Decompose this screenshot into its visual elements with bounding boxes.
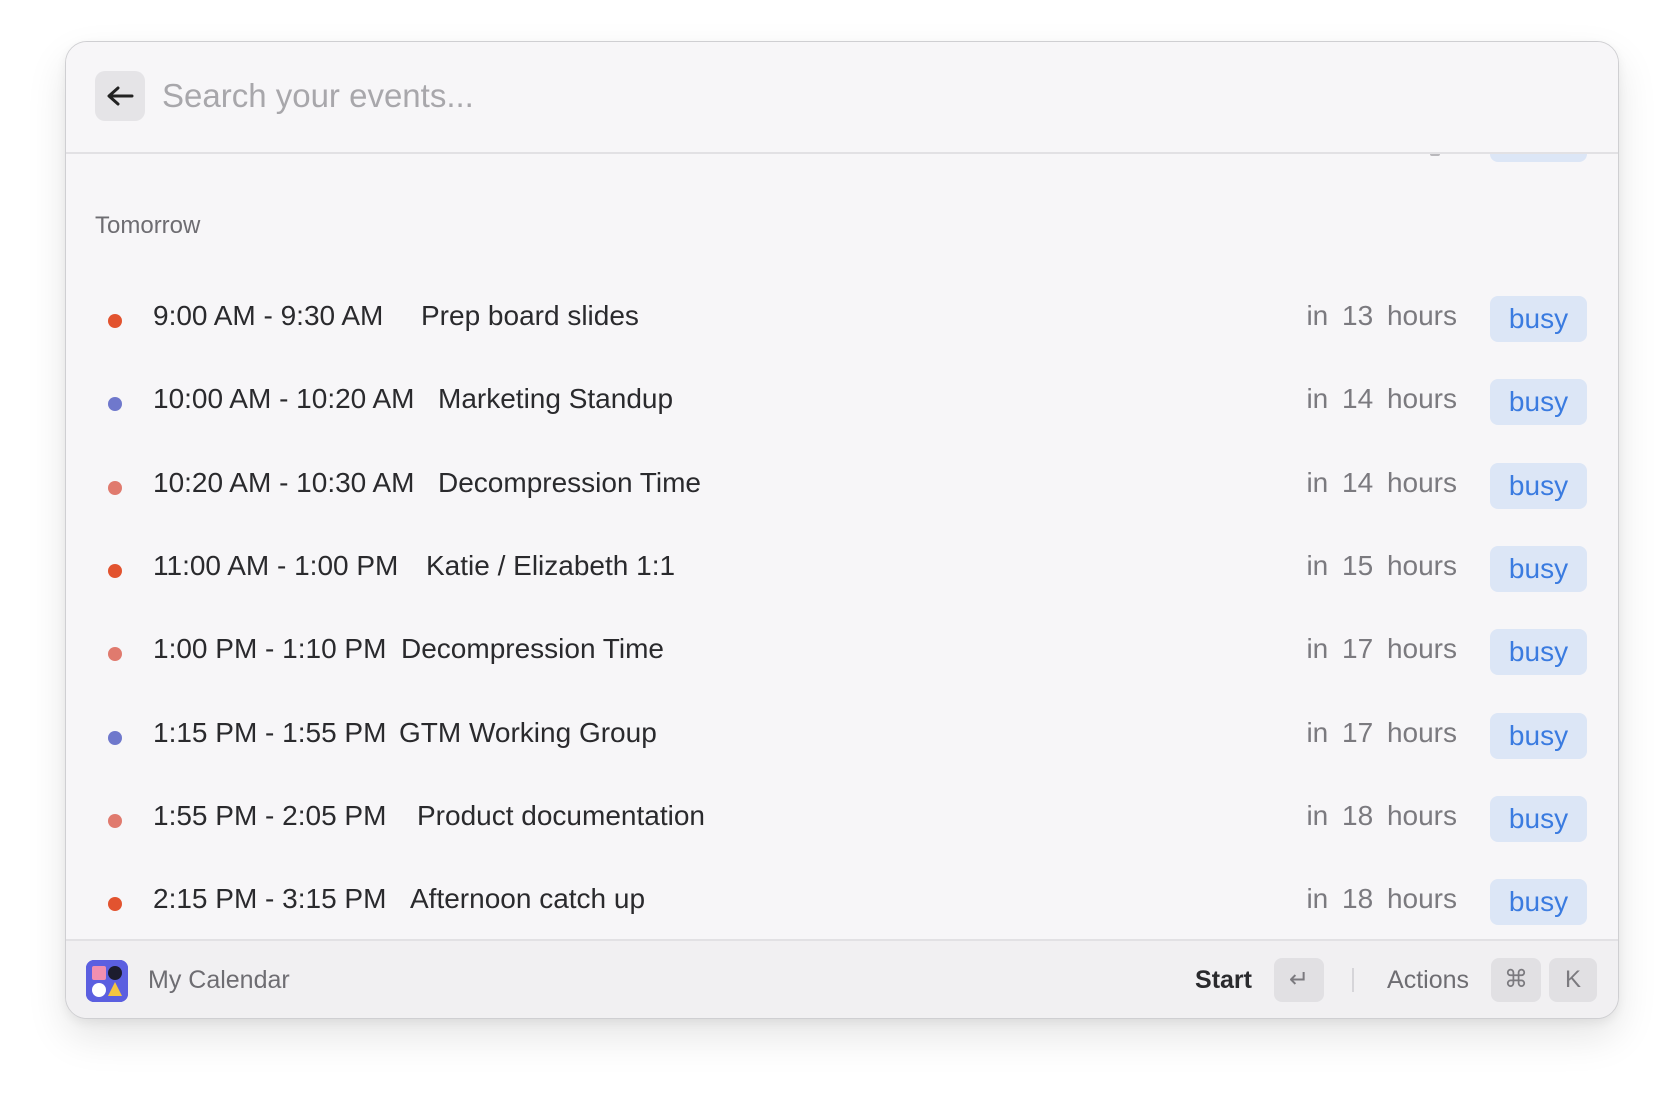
event-time: 9:00 AM - 9:30 AM [153,300,384,331]
event-row[interactable]: 1:55 PM - 2:05 PM Product documentation in… [66,780,1618,863]
event-row[interactable]: 1:15 PM - 1:55 PM GTM Working Group in 17 … [66,697,1618,780]
calendar-color-dot [108,397,122,412]
event-time: 1:15 PM - 1:55 PM [153,716,387,748]
status-badge: busy [1490,712,1587,759]
event-relative-time: in 15 hours [1306,549,1457,581]
status-badge: busy [1490,462,1587,509]
calendar-color-dot [108,563,122,578]
start-action-label[interactable]: Start [1195,966,1252,995]
event-relative-time: in 14 hours [1306,466,1457,498]
peek-status-badge [1490,154,1587,162]
previous-row-peek [66,154,1618,166]
event-time: 1:55 PM - 2:05 PM [153,799,387,831]
event-time: 11:00 AM - 1:00 PM [153,549,399,581]
calendar-color-dot [108,897,122,912]
k-key-hint: K [1549,958,1597,1002]
event-row[interactable]: 11:00 AM - 1:00 PM Katie / Elizabeth 1:1 i… [66,530,1618,613]
event-title: Katie / Elizabeth 1:1 [426,549,676,581]
command-key-hint: ⌘ [1491,958,1541,1002]
event-row[interactable]: 1:00 PM - 1:10 PM Decompression Time in 17… [66,613,1618,696]
event-title: Prep board slides [421,300,639,331]
calendar-color-dot [108,314,122,328]
event-row[interactable]: 2:15 PM - 3:15 PM Afternoon catch up in 18… [66,863,1618,946]
calendar-color-dot [108,813,122,828]
enter-key-hint: ↵ [1274,958,1324,1002]
event-row[interactable]: 9:00 AM - 9:30 AM Prep board slides in 13 … [66,280,1618,363]
calendar-color-dot [108,480,122,495]
back-button[interactable] [95,71,145,121]
divider [1352,968,1354,992]
arrow-left-icon [107,86,134,106]
status-badge: busy [1490,795,1587,842]
status-badge: busy [1490,545,1587,592]
search-bar [66,42,1618,154]
action-bar: My Calendar Start ↵ Actions ⌘ K [66,939,1618,1018]
event-time: 10:20 AM - 10:30 AM [153,466,415,498]
event-title: Afternoon catch up [410,883,646,915]
peek-text-fragment [1430,154,1440,156]
event-title: Decompression Time [401,633,664,665]
event-time: 2:15 PM - 3:15 PM [153,883,387,915]
event-title: Marketing Standup [438,383,674,415]
event-relative-time: in 17 hours [1306,716,1457,748]
event-row[interactable]: 10:00 AM - 10:20 AM Marketing Standup in 1… [66,363,1618,446]
calendar-search-window: Tomorrow 9:00 AM - 9:30 AM Prep board sli… [65,41,1619,1019]
calendar-color-dot [108,647,122,662]
calendar-color-dot [108,730,122,745]
event-row[interactable]: 10:20 AM - 10:30 AM Decompression Time in … [66,447,1618,530]
event-relative-time: in 17 hours [1306,633,1457,665]
event-title: Product documentation [417,799,705,831]
event-title: Decompression Time [438,466,701,498]
search-input[interactable] [162,68,1362,124]
app-name: My Calendar [148,966,290,994]
event-title: GTM Working Group [399,716,657,748]
status-badge: busy [1490,296,1587,342]
event-relative-time: in 18 hours [1306,799,1457,831]
calendar-app-icon [86,960,128,1002]
event-relative-time: in 18 hours [1306,883,1457,915]
status-badge: busy [1490,879,1587,926]
actions-menu-label[interactable]: Actions [1387,966,1469,995]
status-badge: busy [1490,629,1587,676]
section-header-tomorrow: Tomorrow [95,212,201,239]
event-time: 1:00 PM - 1:10 PM [153,633,387,665]
event-time: 10:00 AM - 10:20 AM [153,383,415,415]
event-relative-time: in 13 hours [1306,300,1457,331]
event-relative-time: in 14 hours [1306,383,1457,415]
status-badge: busy [1490,379,1587,426]
